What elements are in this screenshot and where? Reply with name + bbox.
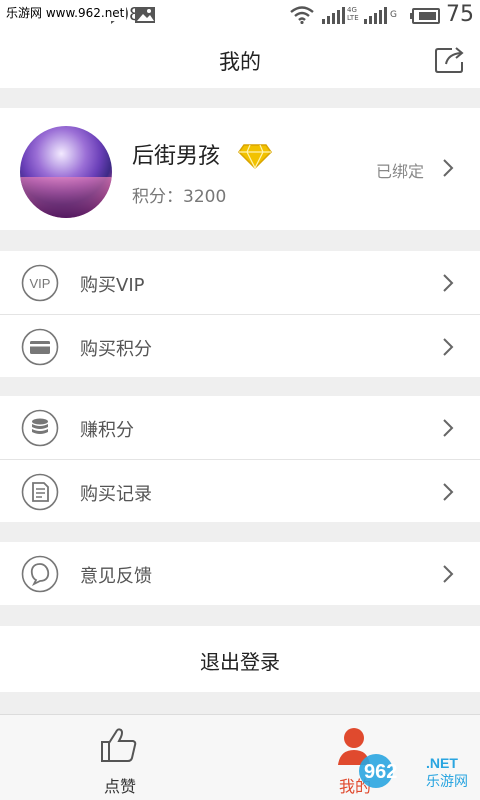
chat-icon bbox=[21, 555, 59, 593]
username: 后街男孩 bbox=[132, 144, 221, 169]
logout-button[interactable]: 退出登录 bbox=[0, 626, 480, 692]
menu-item-buy-vip[interactable]: VIP 购买VIP bbox=[0, 251, 480, 314]
share-icon[interactable] bbox=[434, 46, 466, 74]
chevron-right-icon bbox=[443, 338, 454, 356]
menu-item-buy-points[interactable]: 购买积分 bbox=[0, 314, 480, 377]
menu-item-label: 购买记录 bbox=[80, 484, 152, 505]
logout-label: 退出登录 bbox=[200, 650, 280, 674]
watermark-logo-net: .NET bbox=[426, 755, 458, 771]
menu-group-feedback: 意见反馈 bbox=[0, 542, 480, 605]
chevron-right-icon bbox=[443, 159, 454, 177]
wifi-icon bbox=[290, 6, 314, 24]
bound-status: 已绑定 bbox=[376, 162, 425, 181]
menu-item-label: 购买VIP bbox=[80, 275, 145, 296]
status-bar: 12:30 08 4G LTE G 75 乐游网 www.962.net bbox=[0, 0, 480, 32]
menu-item-purchase-history[interactable]: 购买记录 bbox=[0, 459, 480, 522]
card-icon bbox=[21, 328, 59, 366]
watermark-logo: 962 .NET 乐游网 bbox=[359, 754, 468, 790]
menu-item-label: 意见反馈 bbox=[80, 566, 152, 587]
network-4g-label: 4G LTE bbox=[347, 6, 359, 22]
chevron-right-icon bbox=[443, 565, 454, 583]
image-icon bbox=[135, 7, 155, 23]
chevron-right-icon bbox=[443, 274, 454, 292]
chevron-right-icon bbox=[443, 419, 454, 437]
battery-percent: 75 bbox=[446, 2, 474, 27]
chevron-right-icon bbox=[443, 483, 454, 501]
menu-group-points: 赚积分 购买记录 bbox=[0, 396, 480, 522]
nav-bar: 我的 bbox=[0, 32, 480, 88]
menu-item-earn-points[interactable]: 赚积分 bbox=[0, 396, 480, 459]
page-title: 我的 bbox=[219, 50, 261, 74]
network-g-label: G bbox=[390, 10, 397, 20]
watermark-top-left: 乐游网 www.962.net bbox=[4, 4, 127, 21]
profile-card[interactable]: 后街男孩 积分：3200 已绑定 bbox=[0, 108, 480, 230]
menu-item-label: 购买积分 bbox=[80, 339, 152, 360]
avatar[interactable] bbox=[20, 126, 112, 218]
menu-group-purchase: VIP 购买VIP 购买积分 bbox=[0, 251, 480, 377]
document-icon bbox=[21, 473, 59, 511]
tab-like-label: 点赞 bbox=[103, 777, 136, 796]
menu-item-label: 赚积分 bbox=[80, 420, 134, 441]
menu-item-feedback[interactable]: 意见反馈 bbox=[0, 542, 480, 605]
points-value: 3200 bbox=[183, 187, 227, 207]
watermark-logo-cn: 乐游网 bbox=[426, 774, 468, 790]
battery-icon bbox=[410, 8, 440, 24]
svg-text:VIP: VIP bbox=[30, 276, 51, 291]
points-text: 积分：3200 bbox=[132, 182, 226, 207]
thumbs-up-icon bbox=[101, 728, 137, 762]
diamond-icon bbox=[238, 144, 272, 169]
coins-icon bbox=[21, 409, 59, 447]
vip-icon: VIP bbox=[21, 264, 59, 302]
watermark-logo-number: 962 bbox=[364, 761, 397, 783]
points-label: 积分： bbox=[132, 187, 183, 207]
tab-like[interactable]: 点赞 bbox=[90, 721, 150, 797]
